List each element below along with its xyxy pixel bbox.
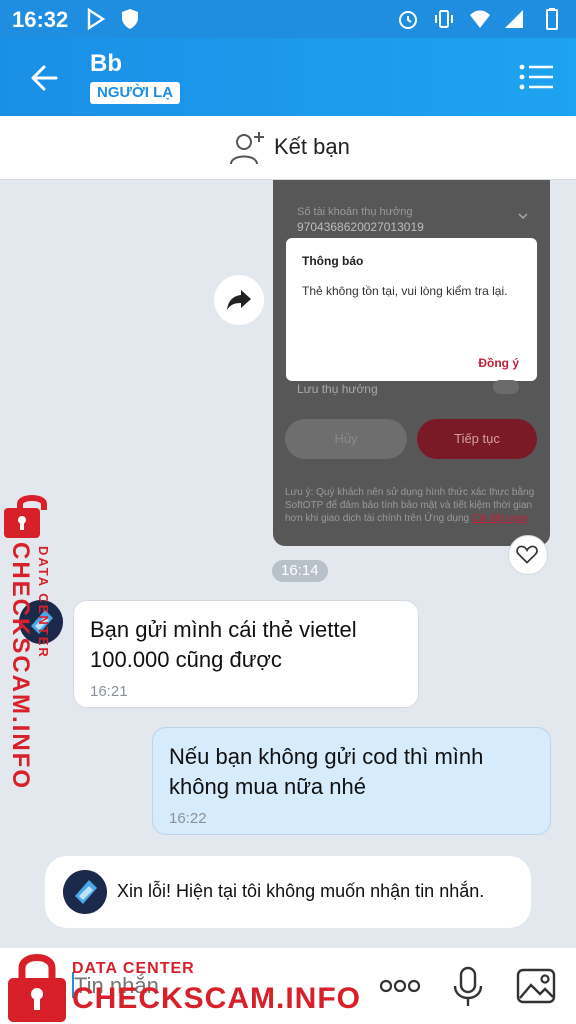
message-input-bar <box>0 948 576 1024</box>
message-bubble-outgoing[interactable]: Nếu bạn không gửi cod thì mình không mua… <box>152 727 551 835</box>
wifi-icon <box>470 10 490 28</box>
contact-name[interactable]: Bb <box>90 50 122 78</box>
message-text: Nếu bạn không gửi cod thì mình không mua… <box>169 742 483 802</box>
alarm-icon <box>399 11 417 29</box>
shield-icon <box>122 9 138 29</box>
message-line: Bạn gửi mình cái thẻ viettel <box>90 617 357 642</box>
stranger-badge: NGƯỜI LẠ <box>90 82 181 104</box>
cancel-button-image: Hủy <box>285 419 407 459</box>
account-number: 9704368620027013019 <box>297 220 424 234</box>
status-time: 16:32 <box>12 7 69 32</box>
image-timestamp: 16:14 <box>272 560 328 582</box>
vibrate-icon <box>435 10 453 28</box>
checkscam-watermark-side: DATA CENTER CHECKSCAM.INFO <box>2 490 62 790</box>
save-beneficiary-toggle <box>493 380 519 394</box>
image-picker-icon[interactable] <box>514 964 558 1008</box>
heart-icon <box>516 545 538 564</box>
signal-icon <box>505 10 523 28</box>
message-time: 16:22 <box>169 810 207 827</box>
system-message: Xin lỗi! Hiện tại tôi không muốn nhận ti… <box>45 856 531 928</box>
note-link: Cài đặt ngay <box>471 513 529 524</box>
save-beneficiary-label: Lưu thụ hưởng <box>297 382 378 396</box>
avatar-image <box>63 870 107 914</box>
shared-screenshot-image[interactable]: Số tài khoản thụ hưởng 97043686200270130… <box>273 180 550 546</box>
account-label: Số tài khoản thụ hưởng <box>297 206 413 218</box>
status-bar: 16:32 <box>0 0 576 38</box>
back-arrow-icon[interactable] <box>26 60 62 96</box>
more-options-icon[interactable] <box>378 964 422 1008</box>
message-line: Nếu bạn không gửi cod thì mình <box>169 744 484 769</box>
message-line: 100.000 cũng được <box>90 647 282 672</box>
system-message-text: Xin lỗi! Hiện tại tôi không muốn nhận ti… <box>117 881 485 901</box>
watermark-checkscam: CHECKSCAM.INFO <box>7 542 34 790</box>
contact-avatar-small <box>63 870 107 914</box>
react-button[interactable] <box>508 535 548 575</box>
battery-icon <box>546 8 558 30</box>
chat-area[interactable]: Số tài khoản thụ hưởng 97043686200270130… <box>0 180 576 948</box>
forward-button[interactable] <box>214 275 264 325</box>
chevron-down-icon <box>518 213 528 220</box>
message-bubble-incoming[interactable]: Bạn gửi mình cái thẻ viettel 100.000 cũn… <box>73 600 419 708</box>
menu-list-icon[interactable] <box>518 62 556 92</box>
message-time: 16:21 <box>90 683 128 700</box>
message-text: Bạn gửi mình cái thẻ viettel 100.000 cũn… <box>90 615 357 675</box>
error-dialog: Thông báo Thẻ không tồn tại, vui lòng ki… <box>286 238 537 381</box>
dialog-title: Thông báo <box>302 254 364 268</box>
padlock-icon <box>4 495 47 538</box>
dialog-ok: Đồng ý <box>478 356 519 370</box>
softotp-note: Lưu ý: Quý khách nên sử dụng hình thức x… <box>285 486 537 525</box>
watermark-data-center: DATA CENTER <box>36 546 51 659</box>
continue-button-image: Tiếp tục <box>417 419 537 459</box>
add-friend-bar[interactable]: Kết bạn <box>0 116 576 180</box>
chat-header: Bb NGƯỜI LẠ <box>0 38 576 116</box>
add-friend-icon <box>230 132 264 165</box>
forward-icon <box>227 290 251 310</box>
message-input[interactable] <box>74 970 274 1002</box>
message-line: không mua nữa nhé <box>169 774 366 799</box>
dialog-message: Thẻ không tồn tại, vui lòng kiểm tra lại… <box>302 284 508 298</box>
play-store-icon <box>87 7 106 31</box>
add-friend-label: Kết bạn <box>274 134 350 159</box>
microphone-icon[interactable] <box>446 964 490 1008</box>
